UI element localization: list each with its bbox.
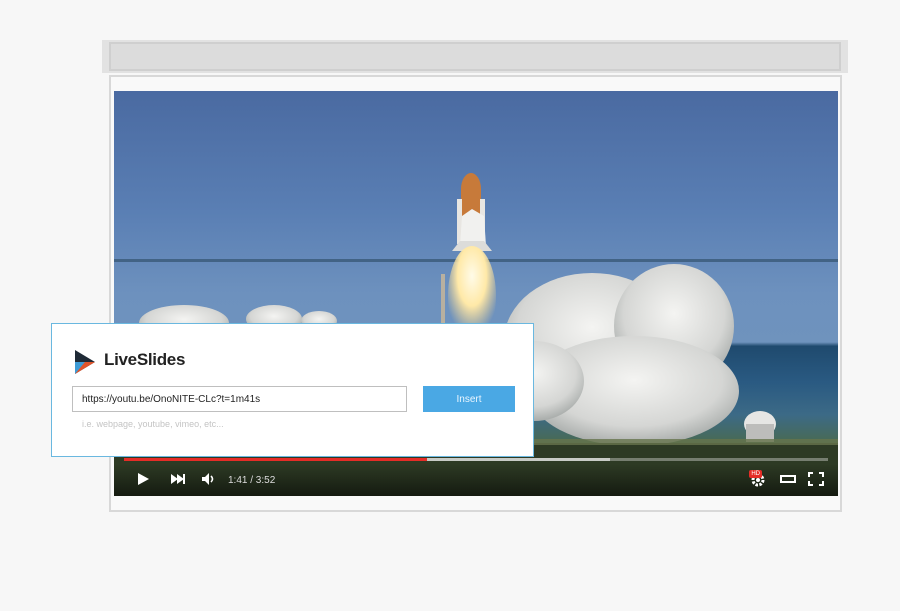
url-hint: i.e. webpage, youtube, vimeo, etc... <box>82 419 224 429</box>
theater-mode-icon[interactable] <box>780 472 796 489</box>
time-display: 1:41 / 3:52 <box>228 475 276 486</box>
fullscreen-icon[interactable] <box>808 472 824 489</box>
insert-button[interactable]: Insert <box>423 386 515 412</box>
progress-played <box>124 458 427 461</box>
volume-icon[interactable] <box>201 472 217 489</box>
url-input[interactable] <box>72 386 407 412</box>
liveslides-logo-icon <box>73 349 97 380</box>
toolbar-inner-bar <box>109 42 841 71</box>
brand-name: LiveSlides <box>104 350 186 369</box>
hd-badge: HD <box>749 470 762 478</box>
liveslides-insert-dialog: LiveSlides Insert i.e. webpage, youtube,… <box>51 323 534 457</box>
progress-bar[interactable] <box>124 458 828 461</box>
next-icon[interactable] <box>170 472 186 489</box>
editor-toolbar <box>102 40 848 73</box>
play-icon[interactable] <box>136 472 150 489</box>
player-controls: 1:41 / 3:52 HD <box>114 458 838 496</box>
